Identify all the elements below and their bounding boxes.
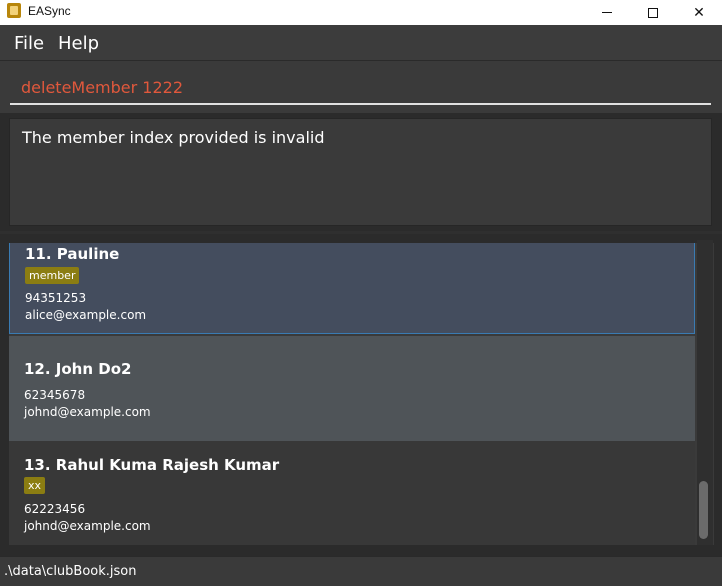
member-name: 12. John Do2 bbox=[24, 360, 132, 378]
menu-help[interactable]: Help bbox=[58, 33, 99, 54]
app-icon bbox=[7, 3, 21, 18]
command-input[interactable] bbox=[10, 71, 711, 105]
member-phone: 94351253 bbox=[25, 291, 87, 305]
command-box bbox=[0, 61, 722, 113]
close-icon: ✕ bbox=[693, 4, 705, 21]
member-name: 13. Rahul Kuma Rajesh Kumar bbox=[24, 456, 280, 474]
member-phone: 62223456 bbox=[24, 502, 86, 516]
result-message: The member index provided is invalid bbox=[22, 128, 325, 147]
minimize-button[interactable] bbox=[584, 0, 630, 25]
menu-file[interactable]: File bbox=[14, 33, 44, 54]
result-display: The member index provided is invalid bbox=[9, 118, 712, 226]
member-email: alice@example.com bbox=[25, 308, 147, 322]
member-tag: xx bbox=[24, 477, 46, 494]
member-card[interactable]: 11. Pauline member 94351253 alice@exampl… bbox=[9, 243, 695, 334]
panel-divider bbox=[0, 231, 722, 234]
scroll-thumb[interactable] bbox=[699, 481, 708, 539]
member-card[interactable]: 13. Rahul Kuma Rajesh Kumar xx 62223456 … bbox=[9, 441, 695, 545]
member-email: johnd@example.com bbox=[24, 405, 151, 419]
member-card[interactable]: 12. John Do2 62345678 johnd@example.com bbox=[9, 336, 695, 441]
maximize-icon bbox=[648, 7, 658, 18]
close-button[interactable]: ✕ bbox=[676, 0, 722, 25]
member-tag: member bbox=[25, 267, 80, 284]
window-title: EASync bbox=[28, 4, 71, 18]
list-scrollbar[interactable] bbox=[697, 240, 713, 545]
data-file-path: .\data\clubBook.json bbox=[4, 564, 137, 579]
minimize-icon bbox=[602, 12, 612, 13]
member-list[interactable]: 11. Pauline member 94351253 alice@exampl… bbox=[9, 243, 714, 545]
title-bar: EASync ✕ bbox=[0, 0, 722, 25]
member-phone: 62345678 bbox=[24, 388, 86, 402]
menu-bar: File Help bbox=[0, 25, 722, 61]
member-name: 11. Pauline bbox=[25, 245, 120, 263]
member-email: johnd@example.com bbox=[24, 519, 151, 533]
maximize-button[interactable] bbox=[630, 0, 676, 25]
status-bar: .\data\clubBook.json bbox=[0, 556, 722, 586]
